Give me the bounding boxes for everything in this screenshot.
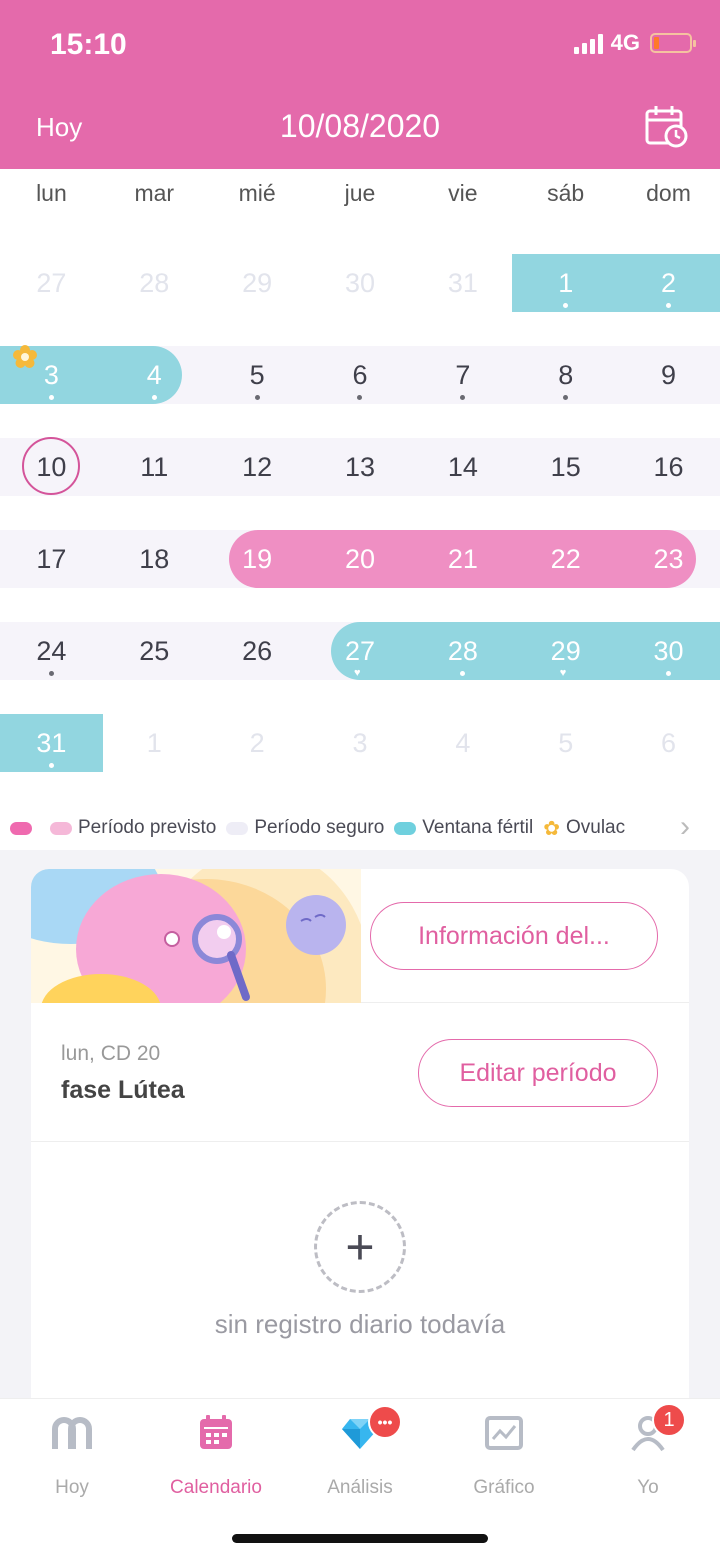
safe-period-swatch	[226, 821, 249, 835]
calendar-day[interactable]: 27	[0, 254, 103, 312]
info-button[interactable]: Información del...	[370, 902, 658, 970]
calendar-day[interactable]: 25	[103, 622, 206, 680]
calendar-day[interactable]: 23	[617, 530, 720, 588]
calendar-day[interactable]: 28	[103, 254, 206, 312]
calendar-day[interactable]: 8	[514, 346, 617, 404]
calendar-day[interactable]: 9	[617, 346, 720, 404]
network-label: 4G	[610, 30, 640, 55]
weekday-label: sáb	[547, 180, 585, 206]
app-header: 15:10 4G Hoy 10/08/2020	[0, 0, 720, 169]
weekday-header: lun mar mié jue vie sáb dom	[0, 180, 720, 207]
home-indicator	[232, 1534, 488, 1543]
status-time: 15:10	[50, 28, 127, 61]
add-log-button[interactable]: +	[314, 1201, 406, 1293]
weekday-label: dom	[646, 180, 691, 206]
calendar-day[interactable]: 4	[411, 714, 514, 772]
battery-icon	[650, 33, 696, 53]
weekday-label: mié	[238, 180, 276, 206]
calendar-day-today[interactable]: 10	[0, 438, 103, 496]
calendar-day[interactable]: 12	[206, 438, 309, 496]
calendar-week: 17 18 19 20 21 22 23	[0, 530, 720, 588]
calendar-day[interactable]: 29	[206, 254, 309, 312]
calendar-day[interactable]: 3	[309, 714, 412, 772]
calendar-day[interactable]: 15	[514, 438, 617, 496]
chevron-right-icon[interactable]: ›	[680, 810, 690, 844]
predicted-period-swatch	[50, 821, 72, 835]
calendar-day[interactable]: 19	[206, 530, 309, 588]
weekday-label: lun	[36, 180, 67, 206]
calendar-day[interactable]: 1	[103, 714, 206, 772]
calendar-clock-icon[interactable]	[644, 104, 688, 148]
status-indicators: 4G	[573, 30, 696, 56]
edit-period-button[interactable]: Editar período	[418, 1039, 658, 1107]
calendar-day[interactable]: 6	[309, 346, 412, 404]
calendar-day[interactable]: 21	[411, 530, 514, 588]
analysis-badge: •••	[368, 1405, 402, 1439]
banner-illustration	[31, 869, 361, 1003]
plus-icon: +	[345, 1219, 375, 1275]
period-swatch	[10, 821, 32, 835]
nav-item-hoy[interactable]: Hoy	[0, 1413, 144, 1499]
calendar-day[interactable]: 24	[0, 622, 103, 680]
calendar-day[interactable]: 31	[0, 714, 103, 772]
heart-icon: ♥	[559, 667, 567, 679]
chart-icon	[485, 1416, 523, 1450]
calendar-day[interactable]: 5	[206, 346, 309, 404]
legend-item: Período seguro	[226, 817, 384, 839]
legend-item: ✿ Ovulac	[543, 817, 626, 840]
calendar-week: 31 1 2 3 4 5 6	[0, 714, 720, 772]
day-info-card: Información del... lun, CD 20 fase Lútea…	[31, 869, 689, 1409]
info-banner: Información del...	[31, 869, 689, 1003]
calendar-week: 3 4 5 6 7 8 9	[0, 345, 720, 404]
phase-name: fase Lútea	[61, 1076, 185, 1104]
weekday-label: jue	[344, 180, 376, 206]
calendar-day[interactable]: 17	[0, 530, 103, 588]
calendar-day[interactable]: 4	[103, 346, 206, 404]
cycle-day: lun, CD 20	[61, 1042, 161, 1065]
calendar-week: 10 11 12 13 14 15 16	[0, 437, 720, 496]
calendar-day[interactable]: 7	[411, 346, 514, 404]
ovulation-flower-icon: ✿	[543, 817, 560, 840]
calendar-day[interactable]: 30	[617, 622, 720, 680]
calendar-day[interactable]: 30	[309, 254, 412, 312]
hoy-icon	[52, 1417, 92, 1449]
calendar-day[interactable]: 16	[617, 438, 720, 496]
calendar-day[interactable]: 5	[514, 714, 617, 772]
empty-log-text: sin registro diario todavía	[214, 1309, 506, 1339]
ovulation-flower-icon	[13, 345, 37, 368]
calendar-day[interactable]: 26	[206, 622, 309, 680]
calendar-icon	[200, 1415, 232, 1449]
weekday-label: vie	[448, 180, 478, 206]
calendar-day[interactable]: 18	[103, 530, 206, 588]
signal-icon	[573, 32, 603, 54]
calendar-day[interactable]: 13	[309, 438, 412, 496]
calendar-week: 24 25 26 27 ♥ 28 29 ♥ 30	[0, 622, 720, 680]
calendar-day[interactable]: 14	[411, 438, 514, 496]
calendar-day[interactable]: 27 ♥	[309, 622, 412, 680]
nav-item-calendario[interactable]: Calendario	[144, 1413, 288, 1499]
calendar-legend: Período previsto Período seguro Ventana …	[10, 812, 710, 844]
cycle-phase-row: lun, CD 20 fase Lútea Editar período	[31, 1004, 689, 1142]
calendar-day[interactable]: 22	[514, 530, 617, 588]
nav-item-yo[interactable]: Yo 1	[576, 1403, 720, 1499]
current-date: 10/08/2020	[279, 108, 441, 144]
calendar-day[interactable]: 1	[514, 254, 617, 312]
calendar-day[interactable]: 11	[103, 438, 206, 496]
profile-notification-badge: 1	[652, 1403, 686, 1437]
calendar-day[interactable]: 29 ♥	[514, 622, 617, 680]
nav-item-grafico[interactable]: Gráfico	[432, 1413, 576, 1499]
calendar-day[interactable]: 20	[309, 530, 412, 588]
weekday-label: mar	[134, 180, 175, 206]
heart-icon: ♥	[353, 667, 361, 679]
calendar-day[interactable]: 28	[411, 622, 514, 680]
calendar-day[interactable]: 31	[411, 254, 514, 312]
calendar-week: 27 28 29 30 31 1 2	[0, 254, 720, 312]
calendar-day[interactable]: 2	[617, 254, 720, 312]
legend-item: Período previsto	[50, 817, 216, 839]
legend-item: Ventana fértil	[394, 817, 533, 839]
calendar-day[interactable]: 6	[617, 714, 720, 772]
fertile-window-swatch	[394, 821, 417, 835]
calendar-day[interactable]: 2	[206, 714, 309, 772]
nav-item-analisis[interactable]: Análisis •••	[288, 1405, 432, 1499]
